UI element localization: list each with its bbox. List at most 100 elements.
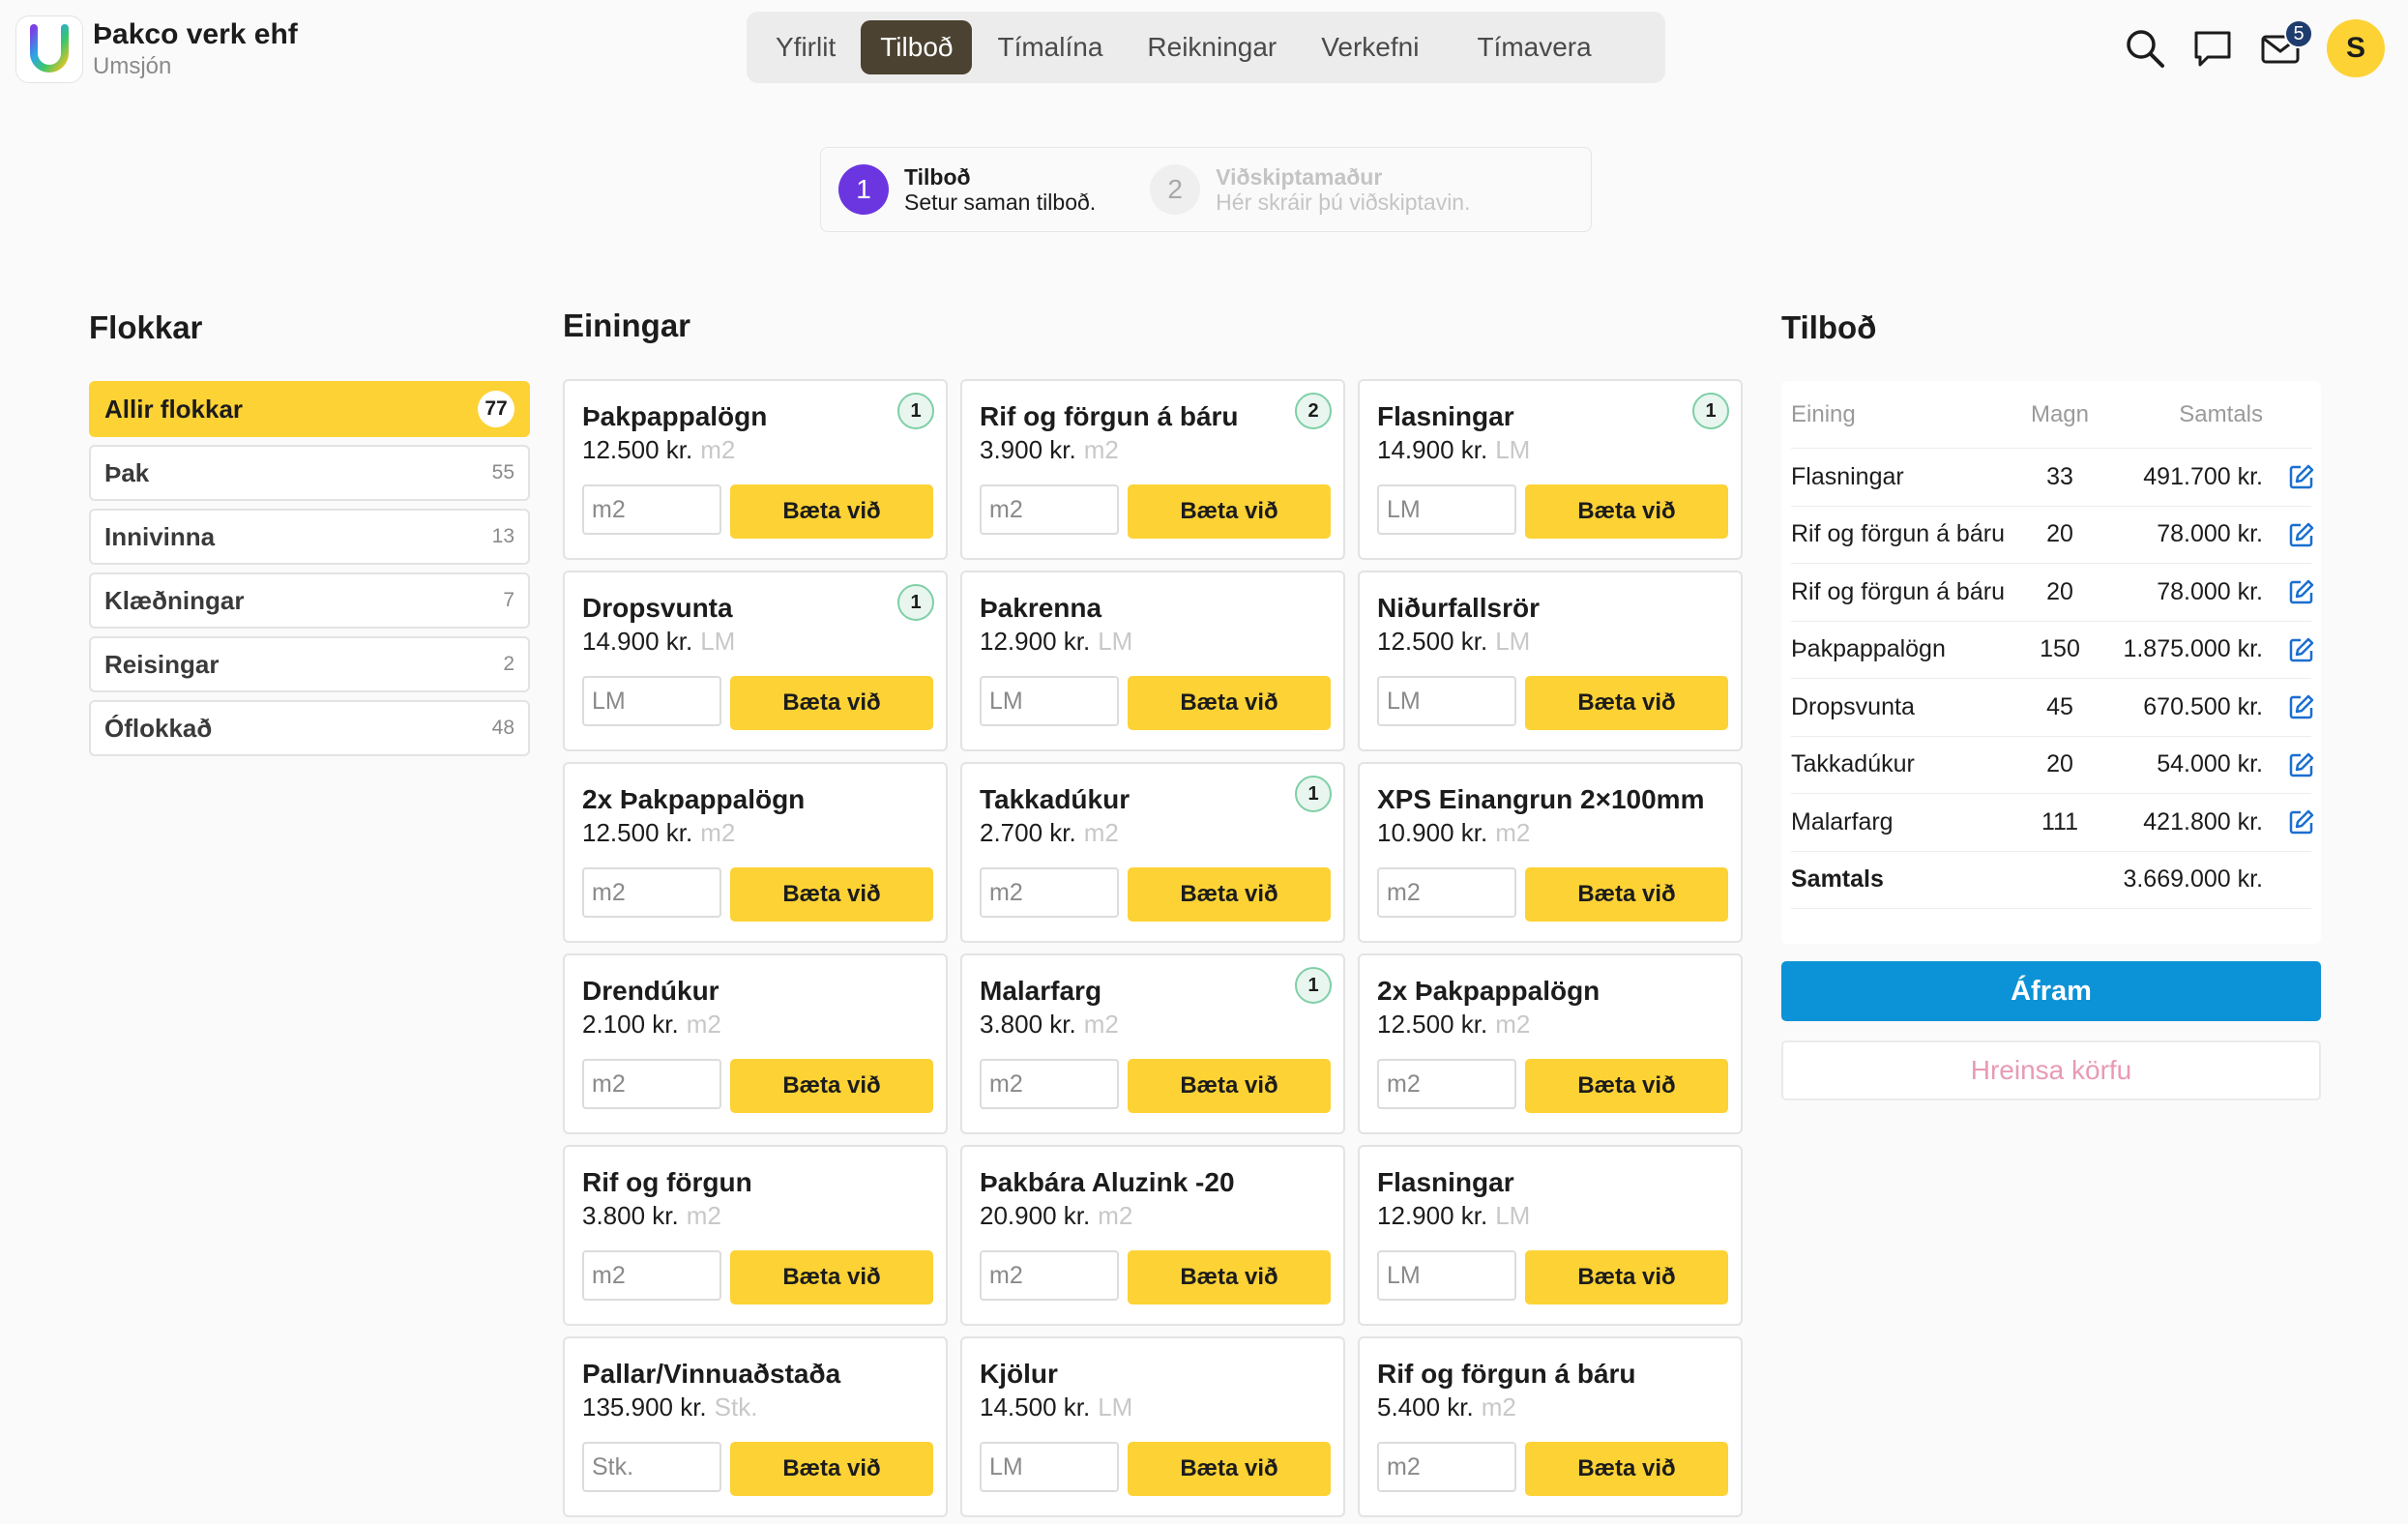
category-reisingar[interactable]: Reisingar 2	[89, 636, 530, 692]
edit-icon[interactable]	[2263, 751, 2315, 778]
quantity-input[interactable]	[1377, 1442, 1516, 1492]
unit-name: Dropsvunta	[582, 593, 733, 623]
add-button[interactable]: Bæta við	[730, 867, 933, 922]
add-button[interactable]: Bæta við	[730, 676, 933, 730]
unit-name: Niðurfallsrör	[1377, 593, 1541, 623]
quantity-input[interactable]	[582, 676, 721, 726]
add-button[interactable]: Bæta við	[1525, 484, 1728, 539]
unit-measure: m2	[700, 818, 736, 847]
quantity-input[interactable]	[1377, 867, 1516, 918]
tab-yfirlit[interactable]: Yfirlit	[756, 20, 855, 74]
add-button[interactable]: Bæta við	[730, 1059, 933, 1113]
tab-tilbod[interactable]: Tilboð	[861, 20, 973, 74]
quantity-input[interactable]	[1377, 1059, 1516, 1109]
add-button[interactable]: Bæta við	[730, 484, 933, 539]
quantity-input[interactable]	[980, 484, 1119, 535]
add-button[interactable]: Bæta við	[730, 1442, 933, 1496]
tab-reikningar[interactable]: Reikningar	[1128, 20, 1296, 74]
quote-title: Tilboð	[1781, 309, 1877, 345]
tab-timavera[interactable]: Tímavera	[1457, 20, 1610, 74]
tab-verkefni[interactable]: Verkefni	[1302, 20, 1438, 74]
tab-timalina[interactable]: Tímalína	[978, 20, 1122, 74]
quantity-input[interactable]	[1377, 484, 1516, 535]
quote-row: Takkadúkur 20 54.000 kr.	[1791, 737, 2314, 794]
quantity-input[interactable]	[582, 484, 721, 535]
unit-add-row: Bæta við	[582, 1250, 933, 1304]
unit-measure: m2	[1083, 435, 1119, 464]
unit-price: 20.900 kr.	[980, 1201, 1091, 1230]
add-button[interactable]: Bæta við	[1128, 1442, 1331, 1496]
unit-price-line: 3.800 kr. m2	[980, 1008, 1326, 1040]
quote-qty: 20	[2046, 520, 2073, 548]
quantity-input[interactable]	[582, 1442, 721, 1492]
unit-price: 3.800 kr.	[980, 1010, 1076, 1039]
quote-qty: 20	[2046, 750, 2073, 778]
add-button[interactable]: Bæta við	[1128, 676, 1331, 730]
quote-total: 491.700 kr.	[2143, 462, 2263, 490]
category-list: Allir flokkar 77 Þak 55 Innivinna 13 Klæ…	[89, 381, 530, 764]
in-cart-badge: 1	[897, 584, 934, 621]
add-button[interactable]: Bæta við	[1525, 867, 1728, 922]
unit-card: Rif og förgun á báru3.900 kr.m22Bæta við	[960, 379, 1345, 560]
edit-icon[interactable]	[2263, 578, 2315, 605]
in-cart-badge: 1	[1692, 393, 1729, 429]
step-title: Viðskiptamaður	[1216, 164, 1383, 190]
category-klaedningar[interactable]: Klæðningar 7	[89, 572, 530, 629]
add-button[interactable]: Bæta við	[1525, 1059, 1728, 1113]
unit-measure: m2	[1481, 1392, 1516, 1421]
in-cart-badge: 2	[1295, 393, 1332, 429]
app-logo[interactable]	[15, 15, 83, 83]
add-button[interactable]: Bæta við	[1128, 1250, 1331, 1304]
step-2[interactable]: 2 Viðskiptamaður Hér skráir þú viðskipta…	[1150, 164, 1470, 215]
edit-icon[interactable]	[2263, 808, 2315, 835]
category-all[interactable]: Allir flokkar 77	[89, 381, 530, 437]
column-header-total: Samtals	[2179, 400, 2263, 427]
edit-icon[interactable]	[2263, 463, 2315, 490]
edit-icon[interactable]	[2263, 636, 2315, 663]
mail-icon[interactable]: 5	[2259, 19, 2313, 70]
quote-qty: 45	[2046, 692, 2073, 720]
category-label: Innivinna	[104, 521, 216, 551]
clear-cart-button[interactable]: Hreinsa körfu	[1781, 1040, 2321, 1100]
unit-card: Rif og förgun á báru5.400 kr.m2Bæta við	[1358, 1336, 1743, 1517]
add-button[interactable]: Bæta við	[730, 1250, 933, 1304]
add-button[interactable]: Bæta við	[1128, 1059, 1331, 1113]
quantity-input[interactable]	[980, 676, 1119, 726]
add-button[interactable]: Bæta við	[1128, 867, 1331, 922]
quantity-input[interactable]	[980, 1250, 1119, 1301]
avatar[interactable]: S	[2327, 19, 2385, 77]
edit-icon[interactable]	[2263, 693, 2315, 720]
mail-badge: 5	[2284, 19, 2313, 48]
unit-name: Drendúkur	[582, 976, 719, 1006]
step-1[interactable]: 1 Tilboð Setur saman tilboð.	[838, 164, 1096, 215]
quantity-input[interactable]	[980, 867, 1119, 918]
quantity-input[interactable]	[582, 867, 721, 918]
unit-measure: m2	[686, 1201, 721, 1230]
continue-button[interactable]: Áfram	[1781, 961, 2321, 1021]
search-icon[interactable]	[2124, 27, 2166, 70]
add-button[interactable]: Bæta við	[1525, 1250, 1728, 1304]
edit-icon[interactable]	[2263, 521, 2315, 548]
quote-qty: 33	[2046, 462, 2073, 490]
units-title: Einingar	[563, 308, 691, 343]
unit-add-row: Bæta við	[1377, 1059, 1728, 1113]
quantity-input[interactable]	[1377, 676, 1516, 726]
quote-qty: 111	[2041, 807, 2078, 835]
category-thak[interactable]: Þak 55	[89, 445, 530, 501]
add-button[interactable]: Bæta við	[1525, 676, 1728, 730]
add-button[interactable]: Bæta við	[1128, 484, 1331, 539]
quote-unit: Þakpappalögn	[1791, 635, 1946, 663]
quantity-input[interactable]	[582, 1250, 721, 1301]
chat-icon[interactable]	[2191, 27, 2234, 70]
unit-add-row: Bæta við	[1377, 867, 1728, 922]
quantity-input[interactable]	[980, 1442, 1119, 1492]
company-name: Þakco verk ehf	[93, 18, 298, 50]
quantity-input[interactable]	[980, 1059, 1119, 1109]
unit-name: 2x Þakpappalögn	[582, 784, 806, 814]
quantity-input[interactable]	[1377, 1250, 1516, 1301]
category-oflokkad[interactable]: Óflokkað 48	[89, 700, 530, 756]
category-innivinna[interactable]: Innivinna 13	[89, 509, 530, 565]
app-header: Þakco verk ehf Umsjón Yfirlit Tilboð Tím…	[0, 0, 2408, 97]
add-button[interactable]: Bæta við	[1525, 1442, 1728, 1496]
quantity-input[interactable]	[582, 1059, 721, 1109]
